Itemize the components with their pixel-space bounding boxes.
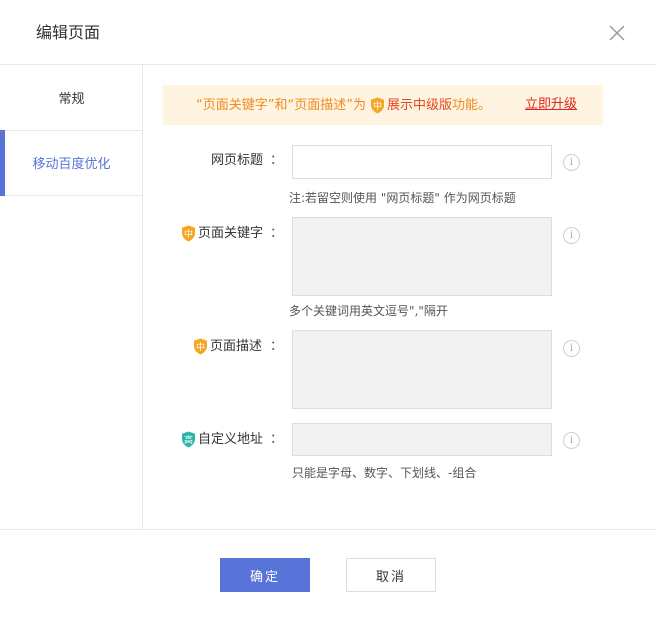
page-description-textarea[interactable] (292, 330, 552, 409)
badge-text: 中 (184, 228, 193, 240)
custom-url-hint: 只能是字母、数字、下划线、-组合 (292, 466, 477, 480)
custom-url-input[interactable] (292, 423, 552, 456)
dialog-header: 编辑页面 (0, 0, 656, 65)
confirm-button[interactable]: 确定 (220, 558, 310, 592)
page-title-hint: 注:若留空则使用 "网页标题" 作为网页标题 (289, 191, 516, 205)
page-keywords-hint: 多个关键词用英文逗号","隔开 (289, 304, 448, 318)
custom-url-info-icon[interactable]: i (563, 432, 580, 449)
page-description-colon: ： (270, 339, 284, 354)
page-title-info-icon[interactable]: i (563, 154, 580, 171)
page-keywords-textarea[interactable] (292, 217, 552, 296)
sidebar-item-general[interactable]: 常规 (0, 65, 143, 131)
custom-url-label-text: 自定义地址 (198, 431, 264, 447)
high-version-shield-icon: 高 (182, 431, 195, 448)
sidebar-item-label: 常规 (58, 92, 85, 107)
notice-text: “页面关键字”和“页面描述”为 中 展示中级版 功能。 (196, 97, 491, 114)
badge-text: 高 (184, 434, 193, 446)
close-icon[interactable] (607, 23, 627, 43)
dialog-title: 编辑页面 (36, 23, 101, 42)
mid-version-shield-icon: 中 (370, 97, 384, 114)
badge-text: 中 (196, 341, 205, 353)
custom-url-colon: ： (270, 432, 284, 447)
active-indicator (0, 130, 5, 196)
page-keywords-info-icon[interactable]: i (563, 227, 580, 244)
upgrade-link[interactable]: 立即升级 (525, 97, 577, 113)
cancel-button[interactable]: 取消 (346, 558, 436, 592)
page-description-info-icon[interactable]: i (563, 340, 580, 357)
custom-url-label: 高 自定义地址 (181, 431, 263, 448)
page-description-label-text: 页面描述 (210, 338, 263, 354)
dialog-footer (0, 529, 656, 620)
sidebar-item-mobile-baidu[interactable]: 移动百度优化 (0, 130, 143, 196)
page-description-label: 中 页面描述 (193, 338, 262, 355)
badge-text: 中 (373, 100, 382, 112)
page-title-colon: ： (270, 153, 284, 168)
notice-suffix: 功能。 (451, 97, 491, 113)
page-title-input[interactable] (292, 145, 552, 179)
page-keywords-label-text: 页面关键字 (198, 225, 264, 241)
sidebar-item-label: 移动百度优化 (32, 157, 111, 172)
page-title-label: 网页标题 (211, 153, 264, 168)
page-keywords-label: 中 页面关键字 (181, 225, 263, 242)
sidebar: 常规 移动百度优化 (0, 65, 143, 529)
notice-prefix: “页面关键字”和“页面描述”为 (196, 97, 366, 113)
mid-version-shield-icon: 中 (182, 225, 195, 242)
mid-version-shield-icon: 中 (194, 338, 207, 355)
notice-highlight: 展示中级版 (386, 97, 452, 113)
edit-page-dialog: 编辑页面 常规 移动百度优化 “页面关键字”和“页面描述”为 中 展示中级版 功… (0, 0, 656, 620)
page-keywords-colon: ： (270, 226, 284, 241)
